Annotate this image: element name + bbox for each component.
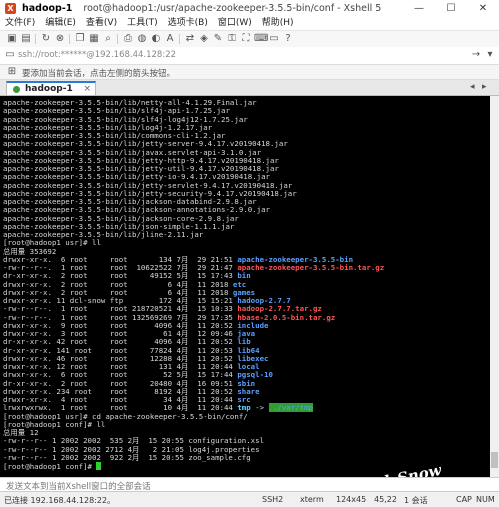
terminal-scrollbar[interactable] (490, 96, 499, 477)
xshell-app-icon: X (5, 3, 16, 14)
print-icon[interactable]: ⎙ (122, 33, 134, 45)
status-sessions: 1 会话 (404, 496, 428, 505)
go-arrow-icon[interactable]: → (470, 49, 482, 61)
terminal-cursor (96, 462, 102, 470)
fullscreen-icon[interactable]: ⛶ (240, 33, 252, 45)
status-cursor-pos: 45,22 (374, 495, 397, 504)
menu-edit[interactable]: 编辑(E) (40, 17, 81, 30)
help-icon[interactable]: ? (282, 33, 294, 45)
tab-label: hadoop-1 (25, 84, 73, 94)
tab-bar: hadoop-1 × ◂ ▸ (0, 80, 499, 96)
open-folder-icon[interactable]: ▤ (20, 33, 32, 45)
reconnect-icon[interactable]: ↻ (40, 33, 52, 45)
status-num: NUM (476, 495, 495, 504)
minimize-button[interactable]: — (403, 0, 435, 17)
scrollbar-thumb[interactable] (491, 452, 498, 468)
menu-tools[interactable]: 工具(T) (122, 17, 163, 30)
status-bar: 已连接 192.168.44.128:22。 SSH2 xterm 124x45… (0, 491, 499, 507)
compose-bar[interactable]: 发送文本到当前Xshell窗口的全部会话 (0, 477, 499, 492)
chat-icon[interactable]: ▭ (268, 33, 280, 45)
pin-icon[interactable]: ⊞ (6, 66, 18, 78)
copy-icon[interactable]: ❐ (74, 33, 86, 45)
search-icon[interactable]: ⌕ (102, 33, 114, 45)
globe-icon[interactable]: ◍ (136, 33, 148, 45)
script-icon[interactable]: ✎ (212, 33, 224, 45)
disconnect-icon[interactable]: ⊗ (54, 33, 66, 45)
toolbar: ▣ ▤ ↻ ⊗ ❐ ▦ ⌕ ⎙ ◍ ◐ A ⇄ ◈ ✎ ⚿ ⛶ ⌨ ▭ ? (0, 30, 499, 48)
title-bar: X hadoop-1 root@hadoop1:/usr/apache-zook… (0, 0, 499, 17)
terminal-line: [root@hadoop1 conf]# (3, 462, 384, 471)
status-size: 124x45 (336, 495, 367, 504)
connected-status-icon (13, 86, 20, 93)
tab-next-icon[interactable]: ▸ (482, 81, 487, 94)
transfer-icon[interactable]: ⇄ (184, 33, 196, 45)
font-icon[interactable]: A (164, 33, 176, 45)
terminal-line: -rw-r--r-- 1 2002 2002 922 2月 15 20:55 z… (3, 452, 384, 462)
menu-view[interactable]: 查看(V) (81, 17, 122, 30)
paste-icon[interactable]: ▦ (88, 33, 100, 45)
terminal-text: -rw-r--r-- 1 2002 2002 922 2月 15 20:55 z… (3, 452, 251, 462)
terminal-line: [root@hadoop1 usr]# ll (3, 239, 384, 247)
terminal-text: -> (250, 403, 269, 413)
menu-window[interactable]: 窗口(W) (213, 17, 257, 30)
terminal-line: [root@hadoop1 conf]# ll (3, 420, 384, 429)
menu-help[interactable]: 帮助(H) (257, 17, 299, 30)
terminal-text: ../var/tmp (268, 403, 313, 413)
close-button[interactable]: ✕ (467, 0, 499, 17)
xftp-icon[interactable]: ◈ (198, 33, 210, 45)
hint-text: 要添加当前会话，点击左侧的箭头按钮。 (22, 69, 176, 79)
terminal-output[interactable]: apache-zookeeper-3.5.5-bin/lib/netty-all… (0, 96, 490, 477)
title-host: hadoop-1 (22, 3, 73, 14)
bookmark-icon[interactable]: ▭ (4, 49, 16, 61)
status-connection: 已连接 192.168.44.128:22。 (4, 496, 116, 505)
menu-bar: 文件(F) 编辑(E) 查看(V) 工具(T) 选项卡(B) 窗口(W) 帮助(… (0, 17, 499, 30)
address-input[interactable] (18, 49, 438, 61)
status-protocol: SSH2 (262, 495, 284, 504)
lock-icon[interactable]: ⚿ (226, 33, 238, 45)
keyboard-icon[interactable]: ⌨ (254, 33, 268, 45)
title-path: root@hadoop1:/usr/apache-zookeeper-3.5.5… (83, 3, 382, 14)
color-scheme-icon[interactable]: ◐ (150, 33, 162, 45)
terminal-text: apache-zookeeper-3.5.5-bin.tar.gz (237, 263, 385, 272)
tab-close-icon[interactable]: × (83, 83, 91, 95)
window-title: hadoop-1 root@hadoop1:/usr/apache-zookee… (22, 3, 381, 14)
dropdown-icon[interactable]: ▾ (484, 49, 496, 61)
status-term: xterm (300, 495, 324, 504)
menu-file[interactable]: 文件(F) (0, 17, 40, 30)
menu-tabs[interactable]: 选项卡(B) (163, 17, 213, 30)
tab-prev-icon[interactable]: ◂ (470, 81, 475, 94)
tab-hadoop-1[interactable]: hadoop-1 × (6, 81, 96, 95)
terminal-text: [root@hadoop1 conf]# (3, 462, 97, 471)
address-bar: ▭ → ▾ (0, 47, 499, 65)
new-session-icon[interactable]: ▣ (6, 33, 18, 45)
session-hint-bar: ⊞ 要添加当前会话，点击左侧的箭头按钮。 (0, 65, 499, 80)
maximize-button[interactable]: ☐ (435, 0, 467, 17)
status-caps: CAP (456, 495, 472, 504)
